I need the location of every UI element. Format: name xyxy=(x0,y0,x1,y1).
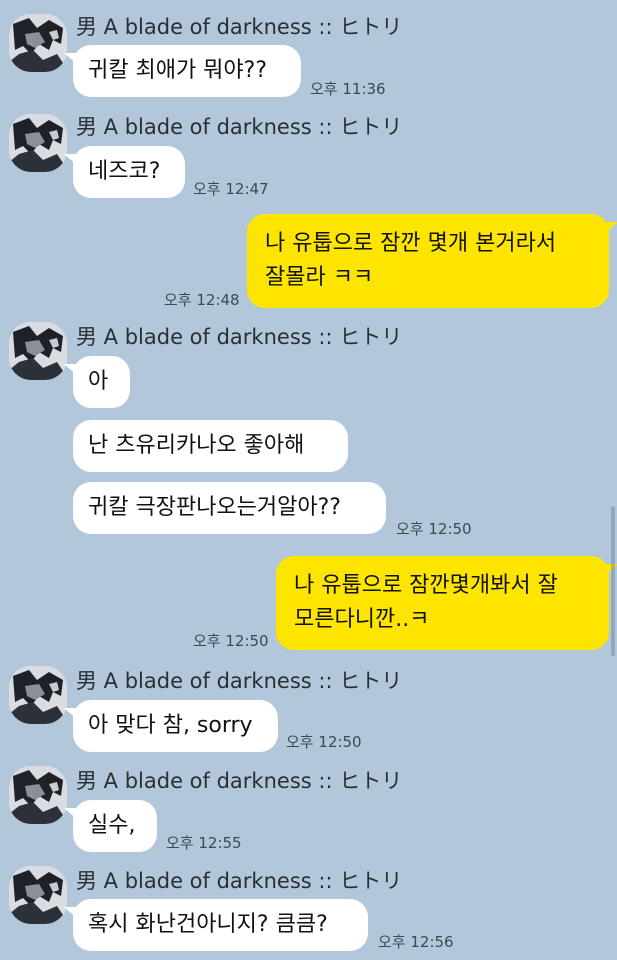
sender-name: 男 A blade of darkness :: ヒトリ xyxy=(76,769,403,793)
sender-name: 男 A blade of darkness :: ヒトリ xyxy=(76,869,403,893)
message-time: 오후 12:47 xyxy=(193,180,269,198)
avatar-illustration-icon xyxy=(9,866,67,924)
message-text-line: 나 유툽으로 잠깐몇개봐서 잘 xyxy=(294,573,558,598)
message-bubble-incoming[interactable]: 아 맞다 참, sorry xyxy=(64,700,278,752)
message-text-line: 나 유툽으로 잠깐 몇개 본거라서 xyxy=(265,231,557,256)
message-bubble-incoming[interactable]: 귀칼 최애가 뭐야?? xyxy=(64,45,301,97)
sender-avatar[interactable] xyxy=(9,666,67,724)
message-time: 오후 12:50 xyxy=(193,632,269,650)
message-text: 혹시 화난건아니지? 큼큼? xyxy=(88,912,328,937)
sender-avatar[interactable] xyxy=(9,14,67,72)
message-text: 아 맞다 참, sorry xyxy=(88,713,253,738)
message-text-line: 모른다니깐..ㅋ xyxy=(294,607,430,632)
sender-avatar[interactable] xyxy=(9,766,67,824)
message-bubble-incoming[interactable]: 네즈코? xyxy=(64,146,185,198)
message-text: 네즈코? xyxy=(88,159,161,184)
sender-avatar[interactable] xyxy=(9,322,67,380)
message-text: 난 츠유리카나오 좋아해 xyxy=(88,433,305,458)
message-bubble-outgoing[interactable]: 나 유툽으로 잠깐몇개봐서 잘 모른다니깐..ㅋ xyxy=(276,556,617,650)
avatar-illustration-icon xyxy=(9,114,67,172)
message-text: 귀칼 최애가 뭐야?? xyxy=(88,58,268,83)
sender-avatar[interactable] xyxy=(9,114,67,172)
message-bubble-outgoing[interactable]: 나 유툽으로 잠깐 몇개 본거라서 잘몰라 ㅋㅋ xyxy=(247,214,617,308)
message-bubble-incoming[interactable]: 아 xyxy=(64,356,130,408)
message-text: 아 xyxy=(88,369,109,394)
avatar-illustration-icon xyxy=(9,666,67,724)
message-time: 오후 12:48 xyxy=(164,291,240,309)
message-text: 실수, xyxy=(88,813,136,838)
message-time: 오후 12:55 xyxy=(166,834,242,852)
sender-avatar[interactable] xyxy=(9,866,67,924)
message-bubble-incoming[interactable]: 난 츠유리카나오 좋아해 xyxy=(73,420,348,472)
message-time: 오후 12:56 xyxy=(378,933,454,951)
message-bubble-incoming[interactable]: 실수, xyxy=(64,800,157,852)
scrollbar[interactable] xyxy=(611,506,615,656)
sender-name: 男 A blade of darkness :: ヒトリ xyxy=(76,325,403,349)
message-text-line: 잘몰라 ㅋㅋ xyxy=(265,265,374,290)
avatar-illustration-icon xyxy=(9,322,67,380)
message-text: 귀칼 극장판나오는거알아?? xyxy=(88,495,341,520)
message-bubble-incoming[interactable]: 혹시 화난건아니지? 큼큼? xyxy=(64,899,368,951)
sender-name: 男 A blade of darkness :: ヒトリ xyxy=(76,15,403,39)
sender-name: 男 A blade of darkness :: ヒトリ xyxy=(76,115,403,139)
avatar-illustration-icon xyxy=(9,766,67,824)
message-time: 오후 12:50 xyxy=(286,733,362,751)
message-time: 오후 12:50 xyxy=(396,520,472,538)
message-time: 오후 11:36 xyxy=(310,80,386,98)
chat-area[interactable]: 男 A blade of darkness :: ヒトリ 귀칼 최애가 뭐야??… xyxy=(0,0,617,960)
sender-name: 男 A blade of darkness :: ヒトリ xyxy=(76,669,403,693)
avatar-illustration-icon xyxy=(9,14,67,72)
message-bubble-incoming[interactable]: 귀칼 극장판나오는거알아?? xyxy=(73,482,386,534)
